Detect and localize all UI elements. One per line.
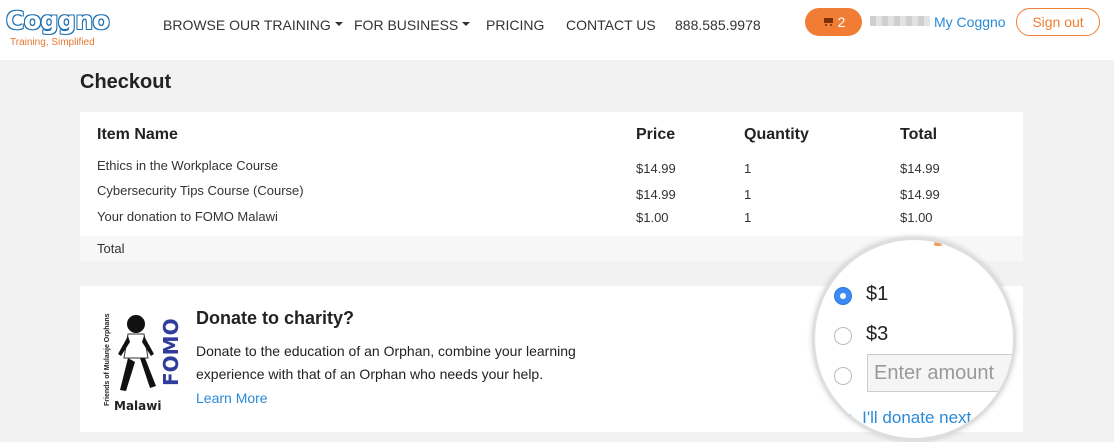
radio-donate-custom[interactable] bbox=[834, 367, 852, 385]
nav-pricing[interactable]: PRICING bbox=[486, 17, 544, 33]
cart-icon bbox=[822, 17, 834, 27]
sign-out-button[interactable]: Sign out bbox=[1016, 8, 1100, 36]
col-header-price: Price bbox=[636, 126, 676, 143]
radio-donate-1[interactable] bbox=[834, 287, 852, 305]
row-price: $14.99 bbox=[636, 187, 676, 202]
row-item-name: Your donation to FOMO Malawi bbox=[97, 209, 278, 224]
radio-donate-3[interactable] bbox=[834, 327, 852, 345]
donate-title: Donate to charity? bbox=[196, 308, 355, 328]
cart-count: 2 bbox=[837, 14, 846, 30]
donate-description: Donate to the education of an Orphan, co… bbox=[196, 343, 576, 382]
row-total: $14.99 bbox=[900, 161, 940, 176]
donation-options-magnifier: $1 $3 kip, I'll donate next bbox=[812, 237, 1016, 441]
nav-contact-us[interactable]: CONTACT US bbox=[566, 17, 656, 33]
total-label: Total bbox=[97, 241, 125, 256]
cart-button[interactable]: 2 bbox=[805, 8, 862, 36]
top-header: Coggno Training, Simplified BROWSE OUR T… bbox=[0, 0, 1114, 60]
chevron-down-icon bbox=[462, 22, 471, 27]
chevron-down-icon bbox=[334, 22, 343, 27]
option-label-3: $3 bbox=[866, 323, 889, 345]
logo-wordmark: Coggno bbox=[6, 6, 110, 35]
row-price: $14.99 bbox=[636, 161, 676, 176]
row-total: $14.99 bbox=[900, 187, 940, 202]
svg-text:FOMO: FOMO bbox=[159, 318, 180, 386]
nav-browse-label: BROWSE OUR TRAINING bbox=[163, 17, 331, 33]
row-item-name: Cybersecurity Tips Course (Course) bbox=[97, 183, 304, 198]
orange-accent bbox=[934, 242, 942, 246]
my-coggno-link[interactable]: My Coggno bbox=[934, 14, 1006, 30]
row-quantity: 1 bbox=[744, 210, 752, 225]
col-header-total: Total bbox=[900, 126, 938, 143]
row-price: $1.00 bbox=[636, 210, 669, 225]
option-label-1: $1 bbox=[866, 283, 889, 305]
checkout-table: Item Name Price Quantity Total Ethics in… bbox=[80, 112, 1023, 261]
coggno-logo[interactable]: Coggno Training, Simplified bbox=[6, 6, 110, 50]
row-item-name: Ethics in the Workplace Course bbox=[97, 158, 279, 173]
logo-tagline: Training, Simplified bbox=[10, 37, 95, 48]
fomo-malawi-logo: Friends of Mulanje Orphans FOMO Malawi bbox=[100, 306, 183, 413]
svg-text:Malawi: Malawi bbox=[114, 399, 161, 412]
nav-business-label: FOR BUSINESS bbox=[354, 17, 459, 33]
phone-number[interactable]: 888.585.9978 bbox=[675, 17, 761, 33]
learn-more-link[interactable]: Learn More bbox=[196, 390, 268, 406]
nav-for-business[interactable]: FOR BUSINESS bbox=[354, 17, 471, 33]
donation-amount-input[interactable] bbox=[867, 354, 1013, 392]
col-header-item: Item Name bbox=[97, 126, 178, 143]
user-name-redacted bbox=[870, 16, 930, 26]
col-header-quantity: Quantity bbox=[744, 126, 809, 143]
page-title: Checkout bbox=[80, 71, 172, 93]
row-quantity: 1 bbox=[744, 187, 752, 202]
skip-donation-link[interactable]: kip, I'll donate next bbox=[831, 408, 971, 428]
row-total: $1.00 bbox=[900, 210, 933, 225]
nav-browse-training[interactable]: BROWSE OUR TRAINING bbox=[163, 17, 343, 33]
svg-text:Friends of Mulanje Orphans: Friends of Mulanje Orphans bbox=[104, 313, 111, 406]
row-quantity: 1 bbox=[744, 161, 752, 176]
